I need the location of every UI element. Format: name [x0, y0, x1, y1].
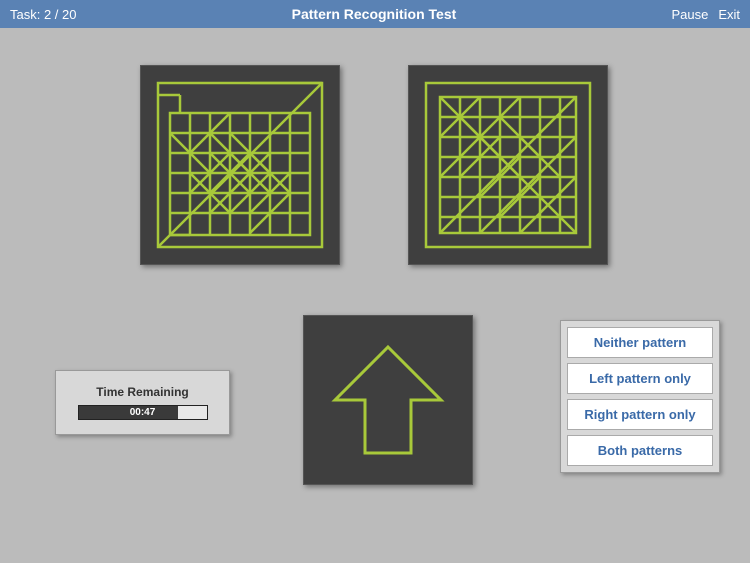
pattern-box-right	[408, 65, 608, 265]
page-title: Pattern Recognition Test	[76, 6, 671, 22]
answer-neither-button[interactable]: Neither pattern	[567, 327, 713, 358]
time-value: 00:47	[79, 407, 207, 418]
pattern-right-svg	[418, 75, 598, 255]
answer-right-button[interactable]: Right pattern only	[567, 399, 713, 430]
time-remaining-panel: Time Remaining 00:47	[55, 370, 230, 435]
exit-button[interactable]: Exit	[718, 7, 740, 22]
header-bar: Task: 2 / 20 Pattern Recognition Test Pa…	[0, 0, 750, 28]
task-counter: Task: 2 / 20	[10, 7, 76, 22]
time-label: Time Remaining	[96, 385, 188, 399]
pattern-left-svg	[150, 75, 330, 255]
pattern-box-left	[140, 65, 340, 265]
target-pattern-box	[303, 315, 473, 485]
time-progress-bar: 00:47	[78, 405, 208, 420]
header-controls: Pause Exit	[671, 7, 740, 22]
answer-left-button[interactable]: Left pattern only	[567, 363, 713, 394]
answer-panel: Neither pattern Left pattern only Right …	[560, 320, 720, 473]
answer-both-button[interactable]: Both patterns	[567, 435, 713, 466]
arrow-up-icon	[323, 335, 453, 465]
pause-button[interactable]: Pause	[671, 7, 708, 22]
